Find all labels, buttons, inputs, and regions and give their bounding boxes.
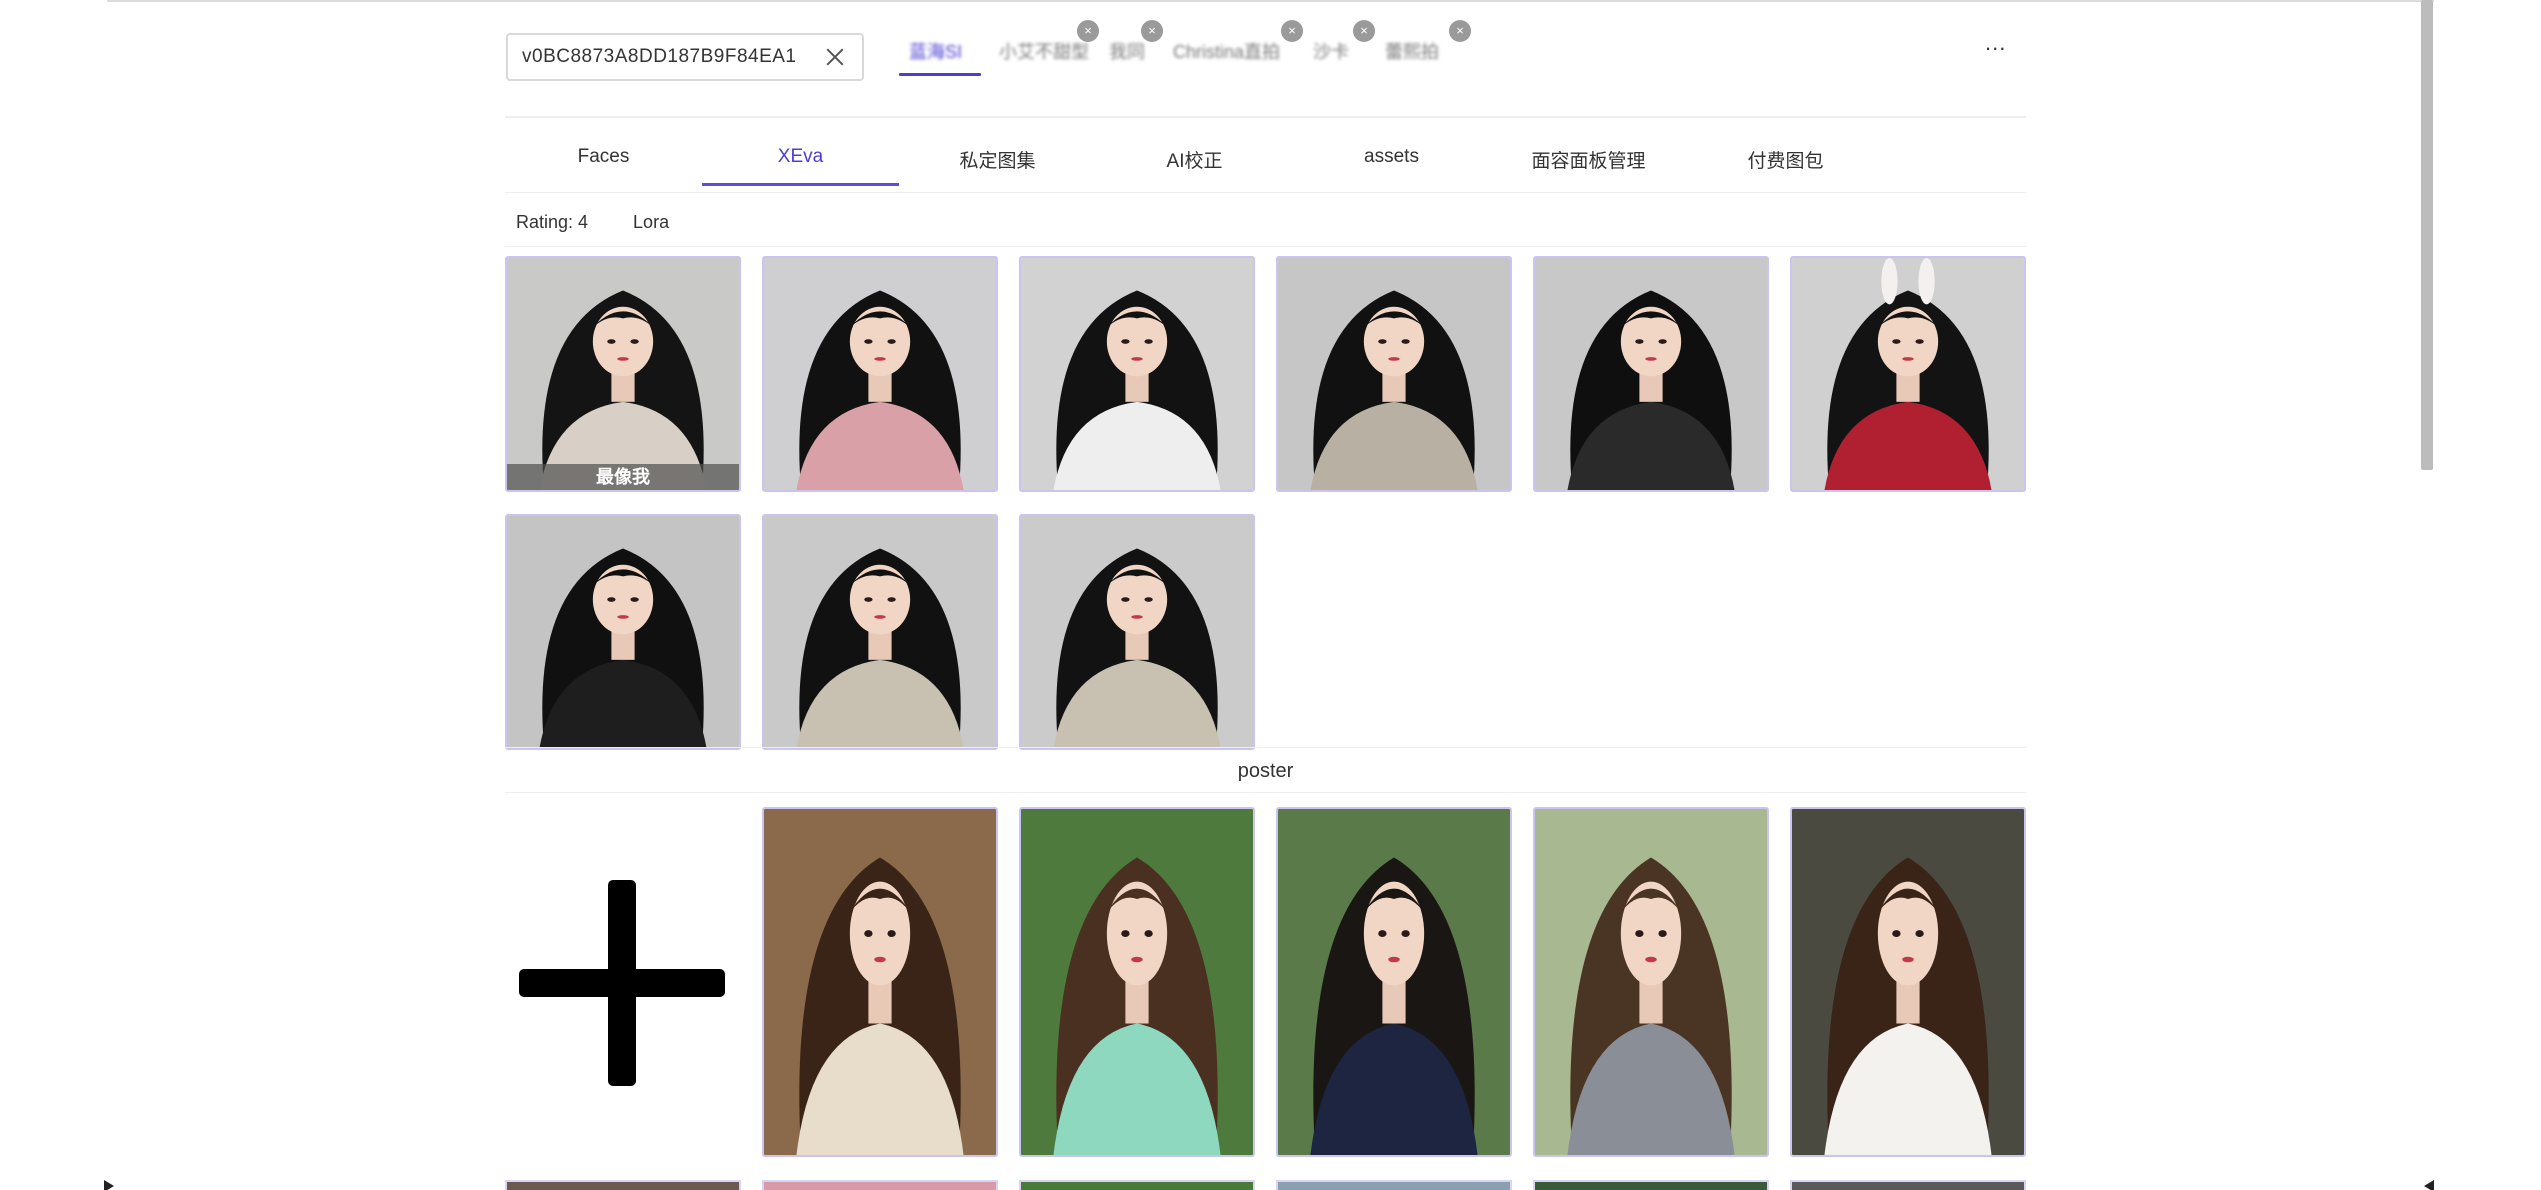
face-thumbnail[interactable]: [1019, 256, 1255, 492]
search-input[interactable]: v0BC8873A8DD187B9F84EA1: [506, 33, 864, 81]
rating-label: Rating: 4: [516, 212, 589, 232]
section-title: poster: [1237, 760, 1294, 782]
divider: [505, 246, 2026, 247]
profile-tab-1[interactable]: 小艾不甜型 ×: [985, 20, 1099, 76]
poster-thumbnail[interactable]: [762, 807, 998, 1157]
face-thumbnail[interactable]: [1790, 256, 2026, 492]
profile-tab-label: 小艾不甜型: [999, 42, 1089, 62]
profile-tab-label: 沙卡: [1313, 42, 1349, 62]
main-tabs: Faces XEva 私定图集 AI校正 assets 面容面板管理 付费图包: [505, 118, 2026, 192]
poster-thumbnail[interactable]: [1019, 1180, 1255, 1190]
profile-tab-label: 我同: [1109, 42, 1145, 62]
poster-thumbnail[interactable]: [1533, 1180, 1769, 1190]
face-thumbnail[interactable]: [762, 514, 998, 750]
divider: [505, 792, 2026, 793]
face-thumbnail[interactable]: [1019, 514, 1255, 750]
tab-0[interactable]: Faces: [505, 118, 702, 192]
profile-tab-3[interactable]: Christina直拍 ×: [1159, 20, 1303, 76]
tab-6[interactable]: 付费图包: [1687, 118, 1884, 192]
profile-tab-0[interactable]: 蓝海SI: [895, 20, 985, 76]
profile-tab-label: 蓝海SI: [909, 42, 963, 62]
resize-corner-left: [104, 1180, 114, 1190]
tab-5[interactable]: 面容面板管理: [1490, 118, 1687, 192]
face-thumbnail[interactable]: [1533, 256, 1769, 492]
profile-tab-2[interactable]: 我同 ×: [1095, 20, 1163, 76]
face-thumbnail[interactable]: [1276, 256, 1512, 492]
poster-thumbnail[interactable]: [1533, 807, 1769, 1157]
face-thumbnail[interactable]: 最像我: [505, 256, 741, 492]
poster-thumbnail[interactable]: [1019, 807, 1255, 1157]
tab-1[interactable]: XEva: [702, 118, 899, 192]
profile-tab-4[interactable]: 沙卡 ×: [1299, 20, 1375, 76]
divider: [505, 747, 2026, 748]
poster-thumbnail[interactable]: [1790, 1180, 2026, 1190]
more-menu-button[interactable]: ...: [1985, 30, 2006, 56]
close-icon[interactable]: ×: [1449, 20, 1471, 42]
lora-label: Lora: [633, 212, 670, 232]
resize-corner-right: [2424, 1180, 2434, 1190]
poster-thumbnail[interactable]: [762, 1180, 998, 1190]
meta-row: Rating: 4 Lora: [516, 212, 669, 233]
poster-thumbnail[interactable]: [1276, 807, 1512, 1157]
tab-4[interactable]: assets: [1293, 118, 1490, 192]
divider: [505, 192, 2026, 193]
profile-tab-label: 蕾熙拍: [1385, 42, 1439, 62]
plus-icon[interactable]: [519, 880, 725, 1086]
face-thumbnail[interactable]: [762, 256, 998, 492]
poster-thumbnail[interactable]: [1276, 1180, 1512, 1190]
face-thumbnail[interactable]: [505, 514, 741, 750]
scrollbar[interactable]: [2421, 0, 2433, 470]
thumbnail-caption: 最像我: [507, 464, 739, 490]
tab-3[interactable]: AI校正: [1096, 118, 1293, 192]
poster-thumbnail[interactable]: [505, 1180, 741, 1190]
search-value: v0BC8873A8DD187B9F84EA1: [522, 46, 797, 67]
poster-thumbnail[interactable]: [1790, 807, 2026, 1157]
tab-2[interactable]: 私定图集: [899, 118, 1096, 192]
profile-tab-5[interactable]: 蕾熙拍 ×: [1371, 20, 1471, 76]
close-icon[interactable]: [822, 44, 848, 70]
profile-tab-label: Christina直拍: [1173, 42, 1281, 62]
profile-tabs: 蓝海SI 小艾不甜型 × 我同 × Christina直拍 × 沙卡 × 蕾熙拍 ×: [895, 20, 1471, 76]
